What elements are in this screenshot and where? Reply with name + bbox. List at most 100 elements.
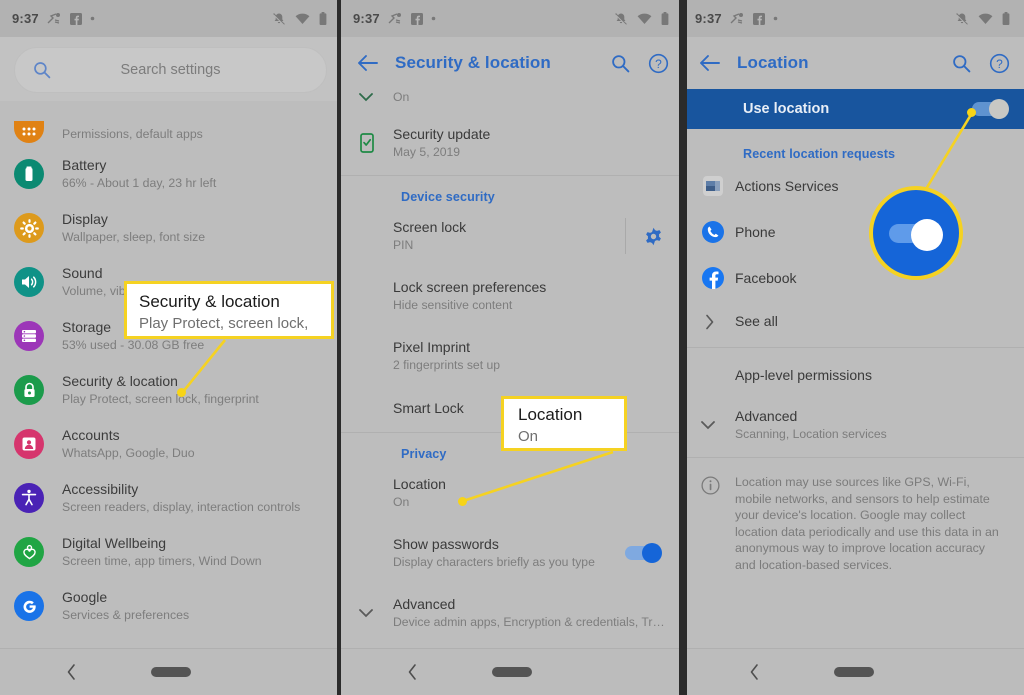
settings-item-subtitle: Screen time, app timers, Wind Down [62,554,262,568]
storage-icon [14,321,44,351]
settings-row-subtitle: Hide sensitive content [393,298,513,312]
status-bar: 9:37 [341,0,683,37]
settings-item-sound[interactable]: Sound Volume, vibration, Do Not Disturb [0,255,341,309]
location-info-block: Location may use sources like GPS, Wi-Fi… [683,458,1024,573]
settings-row-show-passwords[interactable]: Show passwords Display characters briefl… [341,523,683,583]
use-location-toggle[interactable] [972,99,1009,119]
settings-row-title: Pixel Imprint [393,339,471,355]
status-bar-right [955,0,1010,37]
location-app-row-phone[interactable]: Phone [683,209,1024,255]
gear-icon[interactable] [644,227,663,246]
facebook-icon [701,266,735,290]
search-input[interactable]: Search settings [14,47,327,93]
svg-text:?: ? [996,57,1003,71]
three-phone-screenshots: 9:37 Search settings Permissions, defaul… [0,0,1024,695]
location-advanced-row[interactable]: Advanced Scanning, Location services [683,397,1024,457]
location-advanced-title: Advanced [735,408,798,424]
page-title: Security & location [395,53,551,72]
settings-item-title: Google [62,589,108,605]
settings-row-screen-lock[interactable]: Screen lock PIN [341,206,683,266]
phone-panel-security-and-location: 9:37 Security & location ? On Security u… [341,0,683,695]
settings-item-google[interactable]: Google Services & preferences [0,579,341,633]
settings-item-title: Storage [62,319,112,335]
info-icon [701,474,735,573]
phone-panel-settings-home: 9:37 Search settings Permissions, defaul… [0,0,341,695]
settings-row-subtitle: PIN [393,238,414,252]
settings-item-title: Display [62,211,108,227]
chevron-down-icon [359,93,393,102]
settings-list: Permissions, default apps Battery 66% - … [0,101,341,633]
settings-row-title: Show passwords [393,536,499,552]
settings-row-location[interactable]: Location On [341,463,683,523]
navigation-bar [341,648,683,695]
facebook-icon [752,12,765,25]
battery-icon [319,11,327,25]
settings-item-display[interactable]: Display Wallpaper, sleep, font size [0,201,341,255]
location-app-row-actions-services[interactable]: Actions Services [683,163,1024,209]
settings-item-apps[interactable]: Permissions, default apps [0,103,341,147]
location-app-name: Actions Services [735,177,839,194]
activity-icon [388,13,401,24]
settings-item-digital-wellbeing[interactable]: Digital Wellbeing Screen time, app timer… [0,525,341,579]
settings-row-lock-screen-preferences[interactable]: Lock screen preferences Hide sensitive c… [341,266,683,326]
display-icon [14,213,44,243]
use-location-banner[interactable]: Use location [683,89,1024,129]
settings-row-play-protect-partial[interactable]: On [341,89,683,112]
sound-icon [14,267,44,297]
help-icon[interactable]: ? [989,53,1010,74]
section-header-privacy: Privacy [401,447,447,461]
nav-back-icon[interactable] [407,664,418,681]
help-icon[interactable]: ? [648,53,669,74]
actions-services-icon [701,174,735,198]
activity-icon [47,13,60,24]
chevron-down-icon[interactable] [359,608,393,618]
back-arrow-icon[interactable] [699,54,737,72]
nav-back-icon[interactable] [749,664,760,681]
location-app-row-facebook[interactable]: Facebook [683,255,1024,301]
search-icon[interactable] [611,54,630,73]
phone-edge-divider [683,0,687,695]
bell-muted-icon [615,12,627,26]
security-update-icon [359,133,393,153]
settings-row-security-update[interactable]: Security update May 5, 2019 [341,112,683,175]
app-bar-actions: ? [952,37,1010,89]
app-bar: Security & location ? [341,37,683,89]
settings-item-battery[interactable]: Battery 66% - About 1 day, 23 hr left [0,147,341,201]
app-level-permissions-label: App-level permissions [735,367,872,383]
settings-row-pixel-imprint[interactable]: Pixel Imprint 2 fingerprints set up [341,326,683,386]
chevron-down-icon[interactable] [701,420,735,430]
settings-item-storage[interactable]: Storage 53% used - 30.08 GB free [0,309,341,363]
status-bar-left: 9:37 [353,11,436,26]
nav-back-icon[interactable] [66,664,77,681]
settings-row-advanced[interactable]: Advanced Device admin apps, Encryption &… [341,583,683,643]
settings-row-title: Location [393,476,446,492]
wellbeing-icon [14,537,44,567]
page-title: Location [737,53,809,72]
account-icon [14,429,44,459]
battery-icon [1002,11,1010,25]
settings-row-body: Security update May 5, 2019 [393,125,665,161]
settings-item-title: Accessibility [62,481,139,497]
settings-item-title: Battery [62,157,107,173]
location-app-body: Phone [735,223,1006,242]
nav-home-pill[interactable] [492,667,532,677]
settings-row-smart-lock[interactable]: Smart Lock [341,386,683,432]
nav-home-pill[interactable] [833,667,874,677]
app-level-permissions-row[interactable]: App-level permissions [683,348,1024,397]
use-location-label: Use location [743,101,830,117]
back-arrow-icon[interactable] [357,54,395,72]
wifi-icon [637,13,652,24]
settings-item-accessibility[interactable]: Accessibility Screen readers, display, i… [0,471,341,525]
navigation-bar [683,648,1024,695]
wifi-icon [295,13,310,24]
settings-item-accounts[interactable]: Accounts WhatsApp, Google, Duo [0,417,341,471]
nav-home-pill[interactable] [150,667,191,677]
settings-item-security-and-location[interactable]: Security & location Play Protect, screen… [0,363,341,417]
location-app-name: Facebook [735,269,797,286]
location-app-body: Facebook [735,269,1006,288]
settings-item-subtitle: 66% - About 1 day, 23 hr left [62,176,217,190]
see-all-row[interactable]: See all [683,301,1024,347]
search-icon[interactable] [952,54,971,73]
facebook-icon [69,12,82,25]
show-passwords-toggle[interactable] [625,543,662,563]
